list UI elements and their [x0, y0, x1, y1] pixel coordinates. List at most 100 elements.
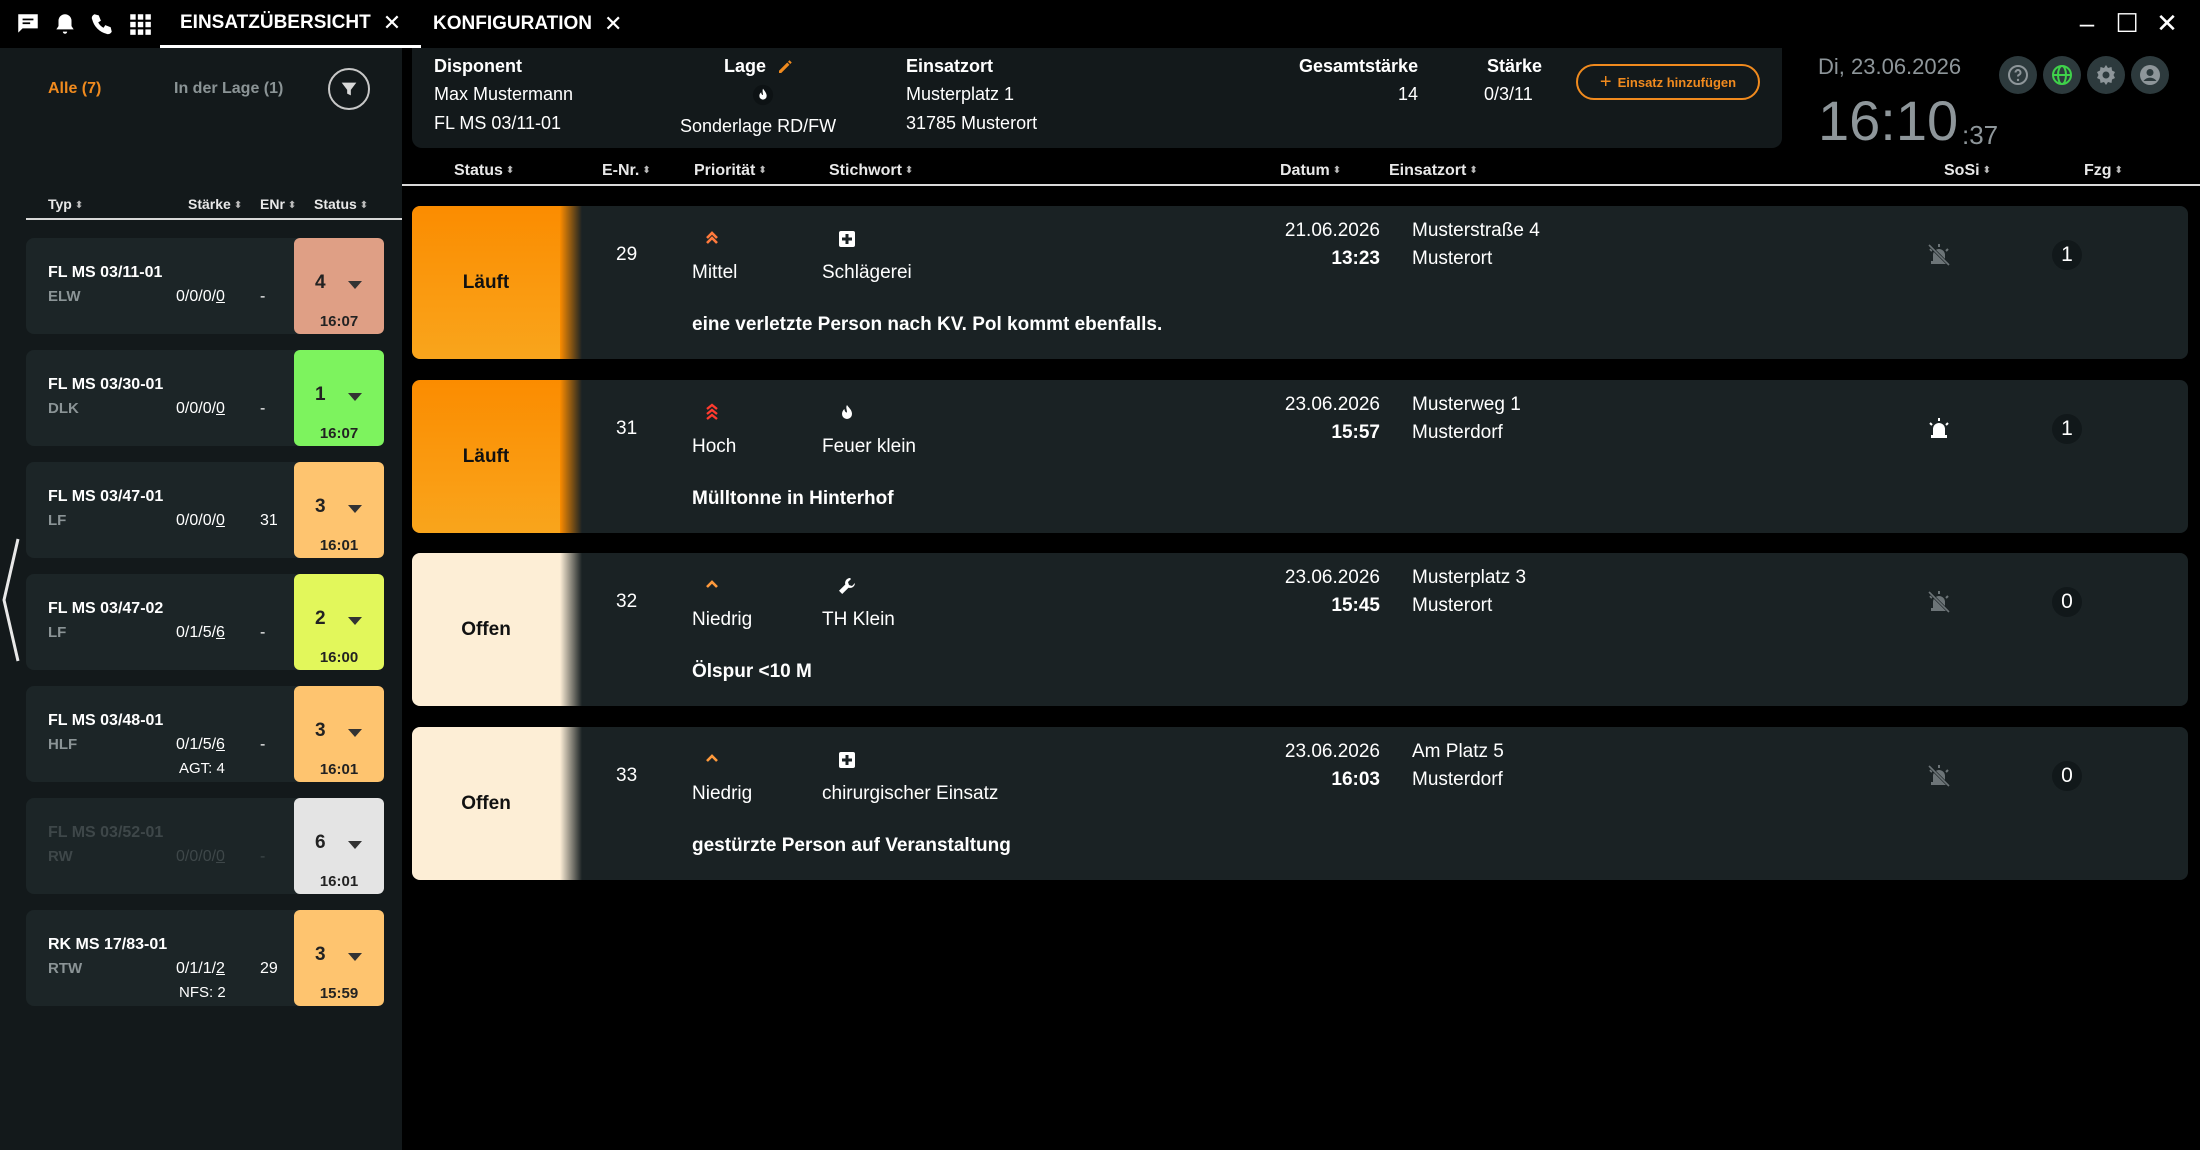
- tab-einsatzuebersicht[interactable]: EINSATZÜBERSICHT ✕: [160, 0, 422, 48]
- minimize-button[interactable]: –: [2070, 6, 2104, 40]
- chevron-down-icon: [348, 841, 362, 849]
- account-button[interactable]: [2131, 56, 2169, 94]
- unit-enr: -: [260, 736, 266, 753]
- incident-status[interactable]: Offen: [412, 727, 560, 880]
- column-header-enr[interactable]: ENr ⬍: [260, 196, 296, 212]
- status-number: 3: [315, 496, 326, 517]
- close-icon[interactable]: ✕: [383, 10, 401, 36]
- disponent-name: Max Mustermann: [434, 84, 574, 104]
- column-header-typ[interactable]: Typ ⬍: [48, 196, 83, 212]
- header-label: Fzg: [2084, 162, 2112, 179]
- status-dropdown[interactable]: 3 16:01: [294, 686, 384, 782]
- incident-status[interactable]: Läuft: [412, 380, 560, 533]
- siren-off-icon[interactable]: [1924, 761, 1954, 791]
- unit-type: HLF: [48, 736, 78, 753]
- incident-time: 13:23: [1331, 248, 1380, 269]
- unit-card[interactable]: FL MS 03/11-01 ELW 0/0/0/0 - 4 16:07: [26, 238, 384, 334]
- unit-card[interactable]: FL MS 03/52-01 RW 0/0/0/0 - 6 16:01: [26, 798, 384, 894]
- unit-extra: NFS: 2: [179, 984, 226, 1001]
- header-label: Status: [454, 162, 503, 179]
- column-header-staerke[interactable]: Stärke ⬍: [188, 196, 242, 212]
- status-dropdown[interactable]: 3 16:01: [294, 462, 384, 558]
- status-dropdown[interactable]: 2 16:00: [294, 574, 384, 670]
- status-label: Läuft: [462, 271, 510, 293]
- chevron-down-icon: [348, 281, 362, 289]
- edit-pencil-icon[interactable]: [776, 58, 794, 76]
- column-header-prioritaet[interactable]: Priorität ⬍: [694, 162, 767, 180]
- chat-icon[interactable]: [14, 10, 42, 38]
- column-header-enr[interactable]: E-Nr. ⬍: [602, 162, 651, 180]
- phone-icon[interactable]: [88, 10, 116, 38]
- filter-tab-in-lage[interactable]: In der Lage (1): [174, 80, 283, 98]
- column-header-fzg[interactable]: Fzg ⬍: [2084, 162, 2123, 180]
- column-header-status[interactable]: Status ⬍: [314, 196, 368, 212]
- filter-button[interactable]: [328, 68, 370, 110]
- column-header-stichwort[interactable]: Stichwort ⬍: [829, 162, 913, 180]
- status-label: Offen: [461, 792, 511, 814]
- unit-card[interactable]: RK MS 17/83-01 RTW 0/1/1/2 29 NFS: 2 3 15:59: [26, 910, 384, 1006]
- help-button[interactable]: [1999, 56, 2037, 94]
- priority-label: Hoch: [692, 436, 737, 457]
- siren-off-icon[interactable]: [1924, 240, 1954, 270]
- siren-on-icon[interactable]: [1924, 414, 1954, 444]
- disponent-label: Disponent: [434, 56, 522, 76]
- bell-icon[interactable]: [51, 10, 79, 38]
- incident-status[interactable]: Läuft: [412, 206, 560, 359]
- status-fade: [560, 553, 582, 706]
- close-icon[interactable]: ✕: [604, 11, 622, 37]
- priority-label: Niedrig: [692, 783, 753, 804]
- column-header-sosi[interactable]: SoSi ⬍: [1944, 162, 1991, 180]
- incident-row[interactable]: Läuft 31 Hoch Feuer klein 23.06.2026 15:57 Mus…: [412, 380, 2188, 533]
- unit-type: DLK: [48, 400, 79, 417]
- filter-tab-all[interactable]: Alle (7): [48, 80, 101, 98]
- header-label: Stichwort: [829, 162, 902, 179]
- column-header-datum[interactable]: Datum ⬍: [1280, 162, 1341, 180]
- window-close-button[interactable]: ✕: [2150, 6, 2184, 40]
- staerke-total: 2: [216, 960, 225, 977]
- status-dropdown[interactable]: 4 16:07: [294, 238, 384, 334]
- incident-row[interactable]: Läuft 29 Mittel Schlägerei 21.06.2026 13:23 Mu…: [412, 206, 2188, 359]
- apps-grid-icon[interactable]: [126, 10, 154, 38]
- status-dropdown[interactable]: 3 15:59: [294, 910, 384, 1006]
- status-number: 4: [315, 272, 326, 293]
- maximize-button[interactable]: ☐: [2110, 6, 2144, 40]
- status-dropdown[interactable]: 1 16:07: [294, 350, 384, 446]
- sort-icon: ⬍: [642, 165, 651, 177]
- header-label: Status: [314, 196, 357, 212]
- collapse-chevron-icon[interactable]: [0, 535, 24, 665]
- tab-konfiguration[interactable]: KONFIGURATION ✕: [433, 0, 622, 48]
- network-button[interactable]: [2043, 56, 2081, 94]
- unit-staerke: 0/0/0/0: [176, 288, 225, 306]
- status-time: 16:07: [319, 313, 359, 330]
- staerke-total: 6: [216, 736, 225, 753]
- siren-off-icon[interactable]: [1924, 587, 1954, 617]
- column-header-einsatzort[interactable]: Einsatzort ⬍: [1389, 162, 1478, 180]
- staerke-total: 6: [216, 624, 225, 641]
- incident-header: Disponent Max Mustermann FL MS 03/11-01 …: [412, 48, 1782, 148]
- unit-card[interactable]: FL MS 03/48-01 HLF 0/1/5/6 - AGT: 4 3 16:01: [26, 686, 384, 782]
- wrench-icon: [836, 575, 858, 597]
- chevron-down-icon: [348, 393, 362, 401]
- sort-icon: ⬍: [758, 165, 767, 177]
- staerke-value: 0/3/11: [1484, 84, 1533, 104]
- status-dropdown[interactable]: 6 16:01: [294, 798, 384, 894]
- sort-icon: ⬍: [1982, 165, 1991, 177]
- header-label: Datum: [1280, 162, 1330, 179]
- einsatzort-label: Einsatzort: [906, 56, 994, 76]
- unit-card[interactable]: FL MS 03/47-02 LF 0/1/5/6 - 2 16:00: [26, 574, 384, 670]
- unit-card[interactable]: FL MS 03/47-01 LF 0/0/0/0 31 3 16:01: [26, 462, 384, 558]
- unit-card[interactable]: FL MS 03/30-01 DLK 0/0/0/0 - 1 16:07: [26, 350, 384, 446]
- unit-name: FL MS 03/47-02: [48, 600, 164, 617]
- einsatzort-city: 31785 Musterort: [906, 113, 1038, 133]
- settings-button[interactable]: [2087, 56, 2125, 94]
- incident-row[interactable]: Offen 32 Niedrig TH Klein 23.06.2026 15:45 Mus…: [412, 553, 2188, 706]
- chevron-down-icon: [348, 505, 362, 513]
- add-incident-button[interactable]: + Einsatz hinzufügen: [1576, 64, 1760, 100]
- column-header-status[interactable]: Status ⬍: [454, 162, 514, 180]
- incident-date: 21.06.2026: [1284, 220, 1380, 241]
- unit-type: ELW: [48, 288, 81, 305]
- incident-row[interactable]: Offen 33 Niedrig chirurgischer Einsatz 23.06…: [412, 727, 2188, 880]
- status-fade: [560, 727, 582, 880]
- staerke-prefix: 0/0/0/: [176, 288, 217, 305]
- incident-status[interactable]: Offen: [412, 553, 560, 706]
